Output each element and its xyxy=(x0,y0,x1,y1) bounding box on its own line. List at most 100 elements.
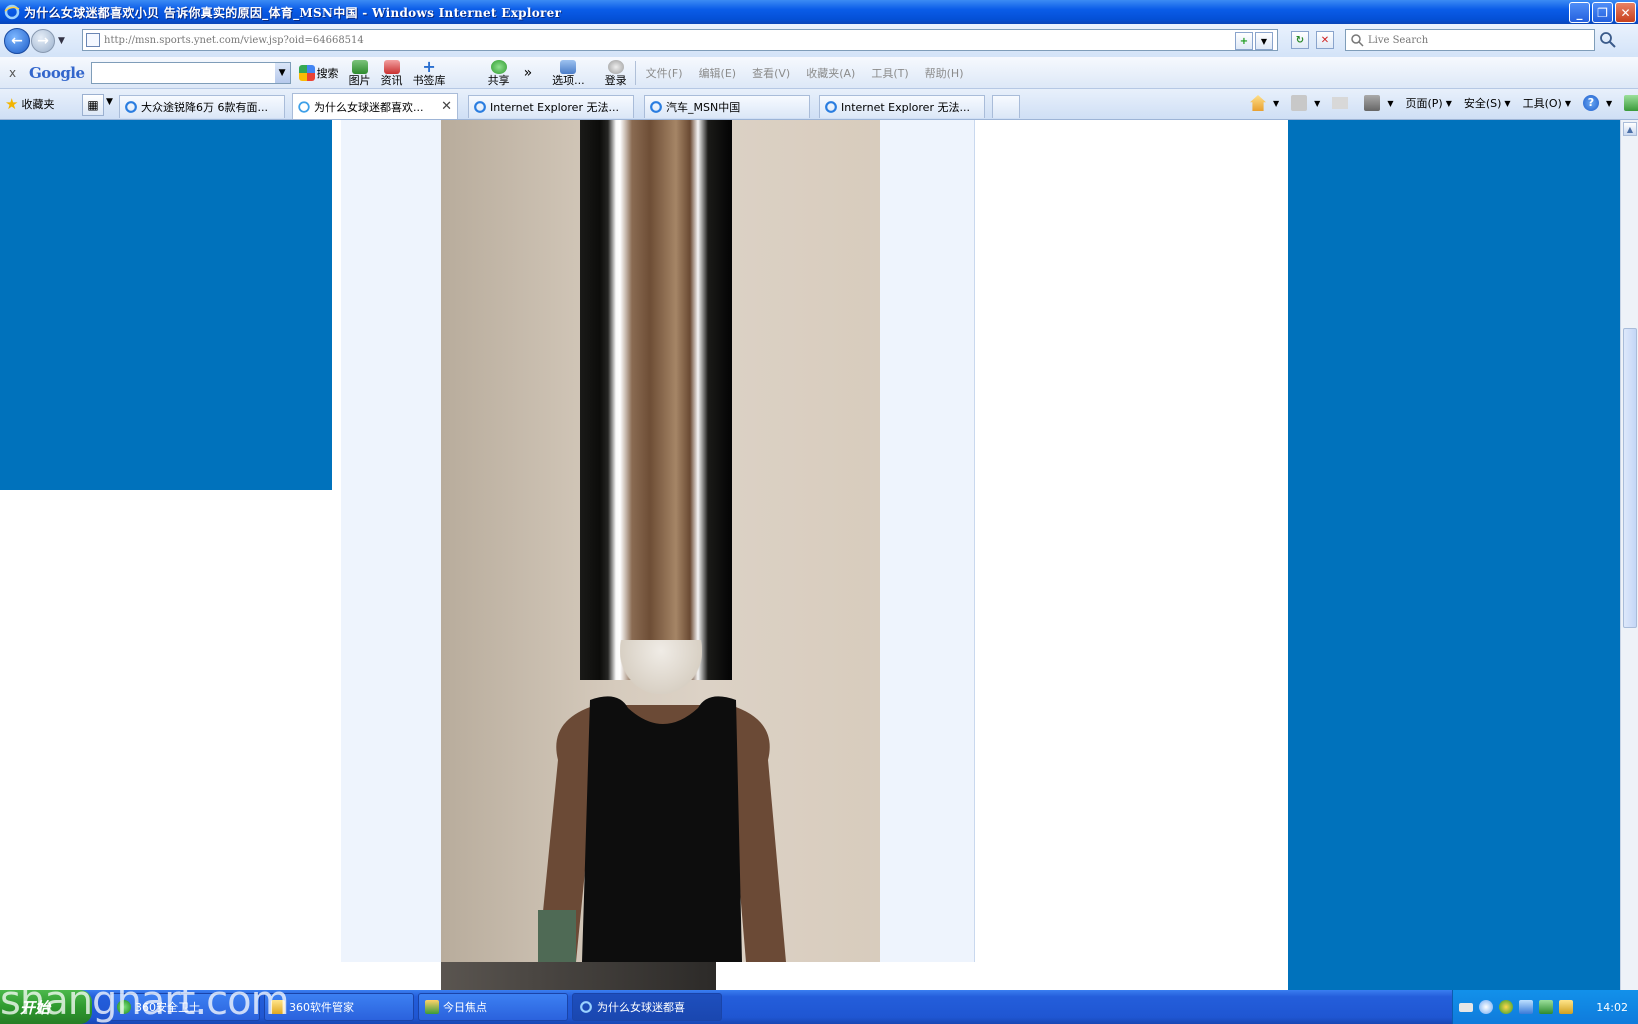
tab-item[interactable]: 汽车_MSN中国 xyxy=(644,95,810,118)
bookmarks-button[interactable]: + 书签库 xyxy=(413,56,446,86)
address-bar[interactable]: http://msn.sports.ynet.com/view.jsp?oid=… xyxy=(82,29,1278,51)
rss-icon xyxy=(1291,95,1308,111)
news-focus-icon xyxy=(425,1000,439,1014)
menu-favorites[interactable]: 收藏夹(A) xyxy=(806,65,855,81)
quick-tabs-icon[interactable]: ▦ xyxy=(82,94,104,116)
photo-bottom-strip xyxy=(441,962,716,990)
keyboard-icon[interactable] xyxy=(1459,1002,1473,1012)
forward-button[interactable]: → xyxy=(31,28,55,53)
ie-icon xyxy=(650,101,662,113)
clock: 14:02 xyxy=(1596,1000,1628,1014)
scrollbar-thumb[interactable] xyxy=(1623,328,1637,628)
user-icon xyxy=(607,59,624,74)
research-button[interactable] xyxy=(1624,95,1638,111)
safety-menu[interactable]: 安全(S) ▼ xyxy=(1464,95,1511,111)
history-dropdown-icon[interactable]: ▼ xyxy=(58,36,65,46)
address-dropdown-icon[interactable]: ▼ xyxy=(1255,32,1273,50)
update-icon[interactable] xyxy=(1539,1000,1553,1014)
google-logo: Google xyxy=(29,63,85,82)
news-icon xyxy=(383,59,400,74)
page-content[interactable] xyxy=(0,120,1620,990)
mail-button[interactable] xyxy=(1332,97,1352,109)
home-icon xyxy=(1250,95,1266,111)
restore-button[interactable]: ❐ xyxy=(1592,2,1613,23)
share-button[interactable]: 共享 xyxy=(488,59,510,86)
volume-icon[interactable] xyxy=(1559,1000,1573,1014)
tray-arrow-icon[interactable] xyxy=(1479,1000,1493,1014)
ie-icon xyxy=(4,4,20,20)
ie-icon xyxy=(825,101,837,113)
help-icon: ? xyxy=(1582,95,1599,111)
page-icon xyxy=(86,33,100,47)
window-title: 为什么女球迷都喜欢小贝 告诉你真实的原因_体育_MSN中国 - Windows … xyxy=(24,5,562,20)
options-button[interactable]: 选项... xyxy=(552,59,585,86)
home-dropdown-icon[interactable]: ▼ xyxy=(1273,99,1279,108)
google-search-button[interactable]: 搜索 xyxy=(298,64,339,81)
tab-item[interactable]: 大众途锐降6万 6款有面... xyxy=(119,95,285,118)
google-search-dropdown-icon[interactable]: ▼ xyxy=(274,62,290,83)
tab-row: ★ 收藏夹 ▦ ▼ 大众途锐降6万 6款有面... 为什么女球迷都喜欢... ✕… xyxy=(0,89,1638,120)
page-menu[interactable]: 页面(P) ▼ xyxy=(1405,95,1451,111)
menu-help[interactable]: 帮助(H) xyxy=(925,65,964,81)
printer-icon xyxy=(1364,95,1381,111)
scroll-up-arrow-icon[interactable]: ▲ xyxy=(1623,122,1637,136)
share-icon xyxy=(490,59,507,74)
menu-view[interactable]: 查看(V) xyxy=(752,65,790,81)
menu-tools[interactable]: 工具(T) xyxy=(871,65,908,81)
address-row: ← → ▼ http://msn.sports.ynet.com/view.js… xyxy=(0,24,1638,57)
stop-icon[interactable]: ✕ xyxy=(1316,31,1334,49)
ie-icon xyxy=(474,101,486,113)
url-text[interactable]: http://msn.sports.ynet.com/view.jsp?oid=… xyxy=(104,35,364,46)
more-tools-chevron-icon[interactable]: » xyxy=(524,65,533,81)
feeds-dropdown-icon[interactable]: ▼ xyxy=(1314,99,1320,108)
favorites-button[interactable]: ★ 收藏夹 xyxy=(5,95,54,113)
home-button[interactable]: ▼ xyxy=(1250,95,1279,111)
tab-item[interactable]: Internet Explorer 无法... xyxy=(468,95,634,118)
taskbar-item[interactable]: 今日焦点 xyxy=(418,993,568,1021)
feeds-button[interactable]: ▼ xyxy=(1291,95,1320,111)
menu-file[interactable]: 文件(F) xyxy=(646,65,683,81)
new-tab-button[interactable] xyxy=(992,95,1020,118)
login-button[interactable]: 登录 xyxy=(605,59,627,86)
page-dropdown-icon: ▼ xyxy=(1445,98,1452,108)
network-icon[interactable] xyxy=(1519,1000,1533,1014)
close-button[interactable]: ✕ xyxy=(1615,2,1636,23)
security-shield-icon[interactable]: + xyxy=(1235,32,1253,50)
tab-item-active[interactable]: 为什么女球迷都喜欢... ✕ xyxy=(292,93,458,119)
help-dropdown-icon[interactable]: ▼ xyxy=(1606,99,1612,108)
news-button[interactable]: 资讯 xyxy=(381,59,403,86)
help-button[interactable]: ? ▼ xyxy=(1582,95,1612,111)
google-search-input[interactable] xyxy=(91,62,275,83)
mail-icon xyxy=(1332,97,1349,109)
toolbar-divider xyxy=(634,60,636,85)
command-bar: ▼ ▼ ▼ 页面(P) ▼ 安全(S) ▼ 工具(O) ▼ ? ▼ xyxy=(1250,95,1638,111)
tab-item[interactable]: Internet Explorer 无法... xyxy=(819,95,985,118)
google-search-field[interactable]: ▼ xyxy=(90,61,291,84)
photo-stretched-strip xyxy=(580,120,732,680)
favorites-star-icon: ★ xyxy=(5,95,19,113)
tools-dropdown-icon: ▼ xyxy=(1564,98,1571,108)
print-dropdown-icon[interactable]: ▼ xyxy=(1387,99,1393,108)
window-title-bar[interactable]: 为什么女球迷都喜欢小贝 告诉你真实的原因_体育_MSN中国 - Windows … xyxy=(0,0,1638,24)
images-button[interactable]: 图片 xyxy=(349,59,371,86)
vertical-scrollbar[interactable]: ▲ xyxy=(1620,120,1638,990)
live-search-box[interactable] xyxy=(1345,29,1595,51)
back-button[interactable]: ← xyxy=(4,27,30,54)
taskbar-item-active[interactable]: 为什么女球迷都喜 xyxy=(572,993,722,1021)
tools-menu[interactable]: 工具(O) ▼ xyxy=(1523,95,1571,111)
search-go-icon[interactable] xyxy=(1598,30,1618,50)
loading-icon xyxy=(298,100,310,113)
refresh-icon[interactable]: ↻ xyxy=(1291,31,1309,49)
images-icon xyxy=(351,59,368,74)
print-button[interactable]: ▼ xyxy=(1364,95,1393,111)
toolbar-close-icon[interactable]: x xyxy=(9,66,21,80)
system-tray: 14:02 xyxy=(1452,990,1638,1024)
menu-edit[interactable]: 编辑(E) xyxy=(699,65,737,81)
ie-icon xyxy=(125,101,137,113)
security-tray-icon[interactable] xyxy=(1499,1000,1513,1014)
minimize-button[interactable]: _ xyxy=(1569,2,1590,23)
live-search-input[interactable] xyxy=(1368,34,1578,46)
tab-list-dropdown-icon[interactable]: ▼ xyxy=(106,97,113,107)
close-tab-icon[interactable]: ✕ xyxy=(441,99,452,114)
bookmark-plus-icon: + xyxy=(422,56,436,76)
